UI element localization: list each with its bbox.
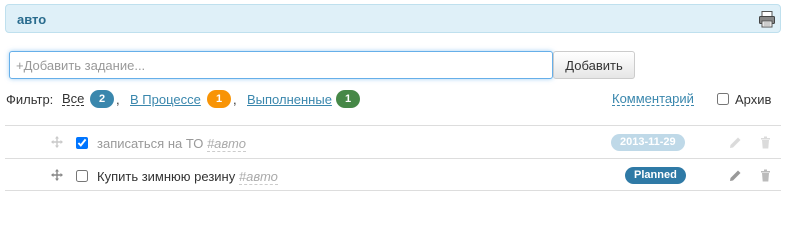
filter-all-link[interactable]: Все	[62, 92, 85, 106]
archive-checkbox[interactable]	[717, 93, 729, 105]
task-row: Купить зимнюю резину #авто Planned	[5, 158, 781, 191]
task-row: записаться на ТО #авто 2013-11-29	[5, 125, 781, 158]
task-checkbox[interactable]	[76, 137, 88, 149]
add-task-button[interactable]: Добавить	[553, 51, 635, 79]
task-text[interactable]: записаться на ТО #авто	[97, 136, 246, 152]
task-tag[interactable]: #авто	[238, 169, 278, 185]
task-text[interactable]: Купить зимнюю резину #авто	[97, 169, 278, 185]
filter-completed-link[interactable]: Выполненные	[247, 92, 332, 107]
filter-in-progress-count-badge: 1	[207, 90, 231, 108]
task-tag[interactable]: #авто	[206, 136, 246, 152]
trash-icon[interactable]	[759, 136, 772, 149]
archive-label[interactable]: Архив	[735, 92, 771, 107]
move-icon[interactable]	[51, 169, 63, 181]
pencil-icon[interactable]	[729, 136, 742, 149]
project-header: авто	[5, 4, 781, 33]
filter-label: Фильтр:	[6, 92, 54, 107]
task-due-date-badge: 2013-11-29	[611, 134, 685, 151]
comment-link[interactable]: Комментарий	[612, 92, 694, 106]
task-checkbox[interactable]	[76, 170, 88, 182]
task-title: записаться на ТО	[97, 136, 204, 151]
task-title: Купить зимнюю резину	[97, 169, 236, 184]
filter-separator: ,	[116, 92, 120, 107]
printer-icon[interactable]	[758, 10, 776, 28]
trash-icon[interactable]	[759, 169, 772, 182]
filter-all-count-badge: 2	[90, 90, 114, 108]
task-list: записаться на ТО #авто 2013-11-29 Купить…	[5, 125, 781, 191]
move-icon[interactable]	[51, 136, 63, 148]
add-task-input[interactable]	[9, 51, 553, 79]
filter-completed-count-badge: 1	[336, 90, 360, 108]
task-status-badge: Planned	[625, 167, 686, 184]
filter-bar: Фильтр: Все 2 , В Процессе 1 , Выполненн…	[6, 90, 782, 110]
filter-separator: ,	[233, 92, 237, 107]
pencil-icon[interactable]	[729, 169, 742, 182]
filter-in-progress-link[interactable]: В Процессе	[130, 92, 201, 107]
project-title[interactable]: авто	[17, 12, 46, 27]
